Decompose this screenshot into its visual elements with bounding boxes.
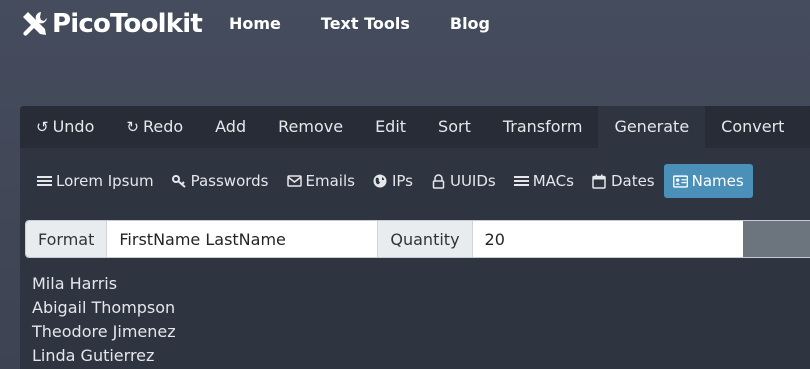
tab-redo[interactable]: ↻ Redo [110,106,199,148]
subtab-label: Dates [610,172,655,190]
tab-label: Remove [278,117,344,136]
tab-label: Sort [438,117,471,136]
quantity-label: Quantity [378,221,473,257]
tab-sort[interactable]: Sort [422,106,487,148]
subtab-names[interactable]: Names [663,164,753,198]
tab-transform[interactable]: Transform [487,106,599,148]
subtab-uuids[interactable]: UUIDs [422,164,505,198]
logo-text: PicoToolkit [52,9,203,39]
output-list: Mila Harris Abigail Thompson Theodore Ji… [32,272,176,368]
subtab-dates[interactable]: Dates [583,164,664,198]
quantity-input[interactable] [472,221,743,257]
format-input[interactable] [107,221,379,257]
list-item: Theodore Jimenez [32,322,176,341]
tab-label: Add [215,117,247,136]
tab-convert[interactable]: Convert [705,106,800,148]
nav-text-tools[interactable]: Text Tools [321,14,410,33]
tools-icon [23,12,47,36]
lock-icon [431,173,446,189]
generate-button[interactable] [742,221,810,257]
tab-bar: ↺ Undo ↻ Redo Add Remove Edit Sort Trans… [20,106,810,148]
tab-edit[interactable]: Edit [359,106,422,148]
list-item: Linda Gutierrez [32,346,155,365]
logo[interactable]: PicoToolkit [21,8,203,40]
tab-label: Redo [142,117,184,136]
envelope-icon [286,174,302,189]
subtab-label: MACs [532,172,574,190]
list-icon [37,174,52,189]
tab-undo[interactable]: ↺ Undo [20,106,110,148]
subtab-label: Passwords [190,172,269,190]
top-navbar: PicoToolkit Home Text Tools Blog [0,0,810,50]
subtab-lorem-ipsum[interactable]: Lorem Ipsum [28,164,163,198]
subtab-label: IPs [391,172,413,190]
subtab-emails[interactable]: Emails [278,164,364,198]
subtab-ips[interactable]: IPs [364,164,422,198]
main-nav: Home Text Tools Blog [229,14,530,33]
globe-icon [373,174,388,189]
format-label: Format [26,221,108,257]
key-icon [171,174,187,189]
subtab-macs[interactable]: MACs [505,164,583,198]
tab-add[interactable]: Add [199,106,262,148]
subtab-label: Names [691,172,744,190]
tab-label: Edit [375,117,407,136]
generator-form: Format Quantity [25,220,810,258]
redo-icon: ↻ [126,118,139,136]
tab-label: Generate [614,117,690,136]
tab-generate[interactable]: Generate [598,106,706,148]
subtab-label: UUIDs [449,172,496,190]
list-icon [513,174,529,189]
subtab-label: Lorem Ipsum [56,172,154,190]
tab-label: Transform [502,117,583,136]
nav-blog[interactable]: Blog [450,14,490,33]
id-card-icon [672,174,688,189]
tab-remove[interactable]: Remove [262,106,359,148]
undo-icon: ↺ [36,118,49,136]
subtab-label: Emails [305,172,355,190]
generator-subtabs: Lorem Ipsum Passwords Emails IPs UUIDs M… [28,164,753,198]
tool-panel: ↺ Undo ↻ Redo Add Remove Edit Sort Trans… [20,106,810,369]
tab-label: Convert [721,117,785,136]
tab-label: Undo [52,117,95,136]
list-item: Abigail Thompson [32,298,176,317]
nav-home[interactable]: Home [229,14,281,33]
calendar-icon [592,174,607,189]
list-item: Mila Harris [32,274,118,293]
subtab-passwords[interactable]: Passwords [163,164,278,198]
